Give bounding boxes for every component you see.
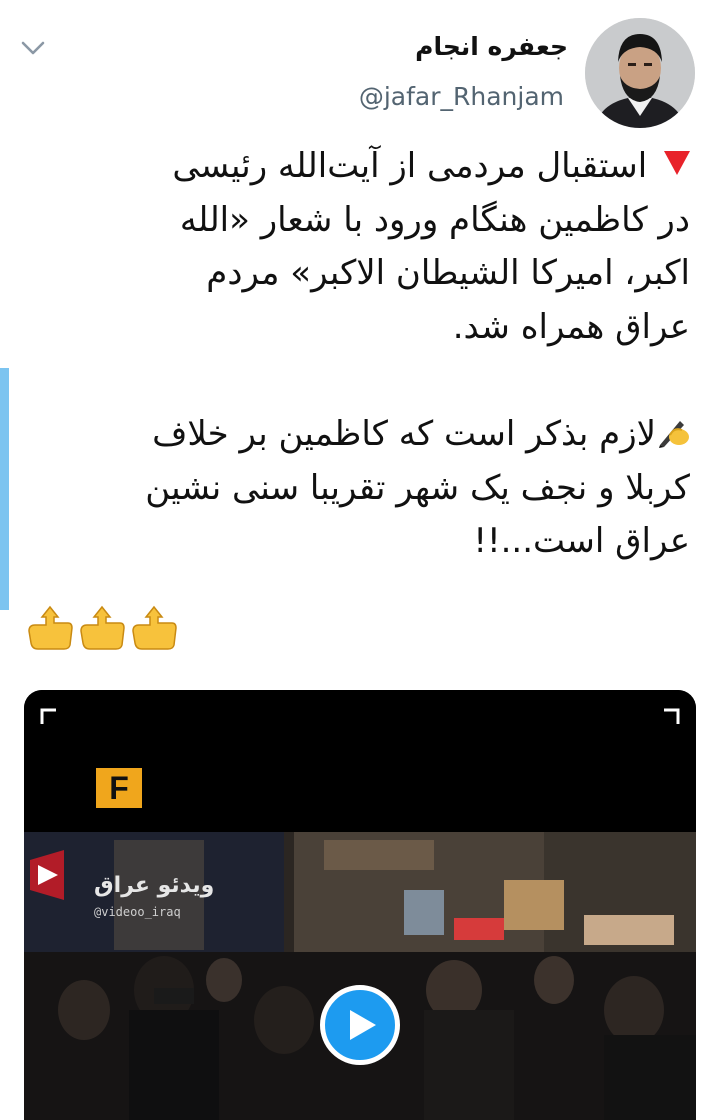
pointer-emoji-row	[24, 603, 180, 653]
tweet-line: عراق همراه شد.	[452, 306, 690, 347]
play-button[interactable]	[320, 985, 400, 1065]
tweet-line: لازم بذکر است که کاظمین بر خلاف	[50, 408, 690, 462]
tweet-line: در کاظمین هنگام ورود با شعار «الله	[179, 199, 690, 240]
tweet-line-text: استقبال مردمی از آیت‌الله رئیسی	[172, 146, 648, 186]
tweet-line: استقبال مردمی از آیت‌الله رئیسی	[50, 140, 690, 194]
play-icon	[349, 1010, 376, 1040]
channel-watermark: ویدئو عراق	[94, 873, 215, 898]
tweet-text: استقبال مردمی از آیت‌الله رئیسی در کاظمی…	[50, 140, 690, 569]
backhand-index-pointing-up-icon	[128, 603, 180, 653]
tweet-line-text: لازم بذکر است که کاظمین بر خلاف	[152, 413, 656, 454]
fullscreen-corner-icon	[662, 708, 680, 726]
tweet-line: اکبر، امیرکا الشیطان الاکبر» مردم	[206, 253, 690, 294]
avatar[interactable]	[585, 18, 695, 128]
video-player[interactable]: F ویدئو عراق @videoo_iraq	[24, 690, 696, 1120]
channel-logo: F	[96, 768, 142, 808]
writing-hand-icon	[656, 412, 690, 448]
chevron-down-icon[interactable]	[20, 38, 46, 58]
tweet-line: عراق است...!!	[473, 521, 690, 562]
thread-indicator-bar	[0, 368, 9, 610]
author-display-name[interactable]: جعفره انجام	[415, 32, 568, 61]
backhand-index-pointing-up-icon	[24, 603, 76, 653]
author-handle[interactable]: @jafar_Rhanjam	[359, 82, 564, 111]
channel-watermark-handle: @videoo_iraq	[94, 905, 181, 919]
red-triangle-icon	[664, 151, 690, 175]
backhand-index-pointing-up-icon	[76, 603, 128, 653]
fullscreen-corner-icon	[40, 708, 58, 726]
tweet-line: کربلا و نجف یک شهر تقریبا سنی نشین	[145, 467, 690, 508]
